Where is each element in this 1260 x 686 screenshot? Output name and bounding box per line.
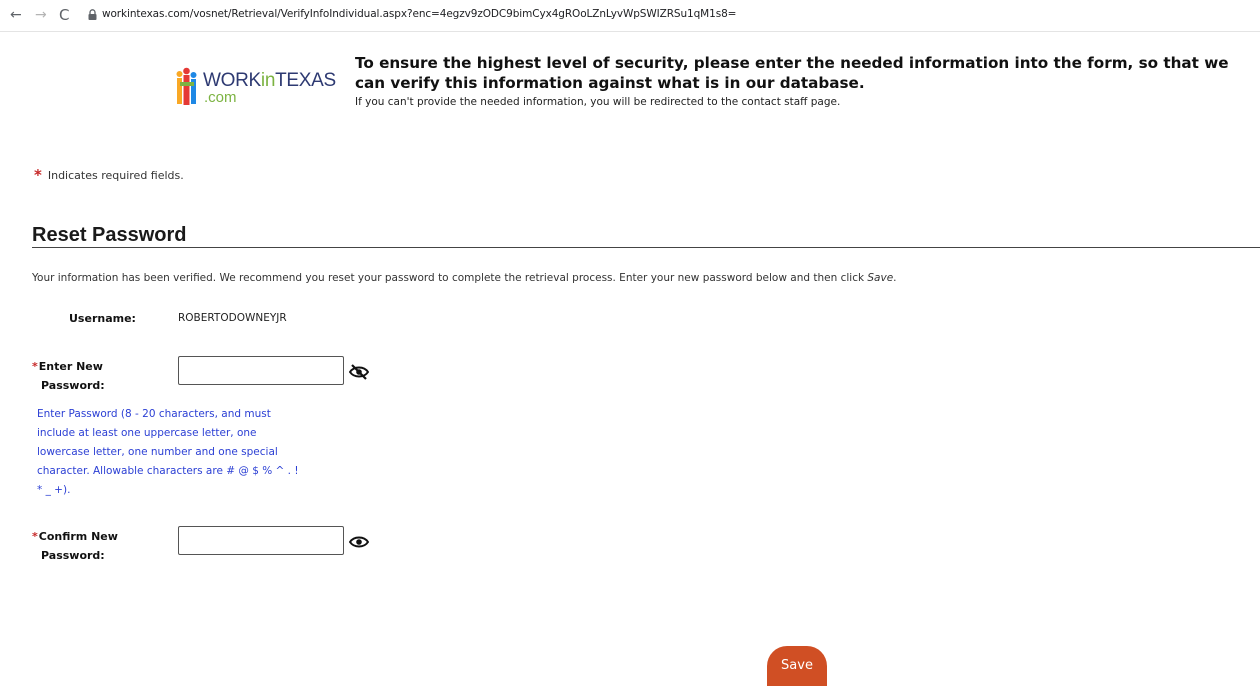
required-note-text: Indicates required fields.	[47, 169, 184, 182]
username-value: ROBERTODOWNEYJR	[178, 312, 287, 324]
browser-toolbar: ← → C workintexas.com/vosnet/Retrieval/V…	[0, 0, 1260, 32]
address-bar[interactable]: workintexas.com/vosnet/Retrieval/VerifyI…	[102, 8, 736, 20]
section-title: Reset Password	[32, 224, 187, 246]
eye-icon[interactable]	[349, 534, 369, 550]
required-star-icon: *	[34, 166, 42, 184]
forward-arrow-icon[interactable]: →	[35, 7, 47, 23]
new-password-input[interactable]	[178, 356, 344, 385]
username-label: Username:	[69, 312, 136, 325]
new-password-label: *Enter New Password:	[32, 360, 105, 392]
reload-icon[interactable]: C	[59, 7, 69, 23]
logo-figures-icon	[176, 67, 197, 105]
eye-slash-icon[interactable]	[349, 364, 369, 380]
confirm-password-input[interactable]	[178, 526, 344, 555]
lock-icon	[88, 9, 97, 20]
logo-domain: .com	[204, 89, 237, 106]
password-requirements-help: Enter Password (8 - 20 characters, and m…	[37, 408, 299, 496]
confirm-password-label: *Confirm New Password:	[32, 530, 118, 562]
required-star-icon: *	[32, 530, 38, 543]
security-heading: To ensure the highest level of security,…	[355, 54, 1229, 92]
required-star-icon: *	[32, 360, 38, 373]
back-arrow-icon[interactable]: ←	[10, 7, 22, 23]
section-divider	[32, 247, 1260, 248]
intro-text: Your information has been verified. We r…	[32, 272, 897, 284]
required-fields-note: * Indicates required fields.	[34, 166, 184, 184]
security-subtext: If you can't provide the needed informat…	[355, 96, 841, 108]
intro-save-emphasis: Save	[867, 272, 894, 284]
workintexas-logo[interactable]: WORKinTEXAS .com	[176, 62, 336, 110]
save-button[interactable]: Save	[767, 646, 827, 686]
